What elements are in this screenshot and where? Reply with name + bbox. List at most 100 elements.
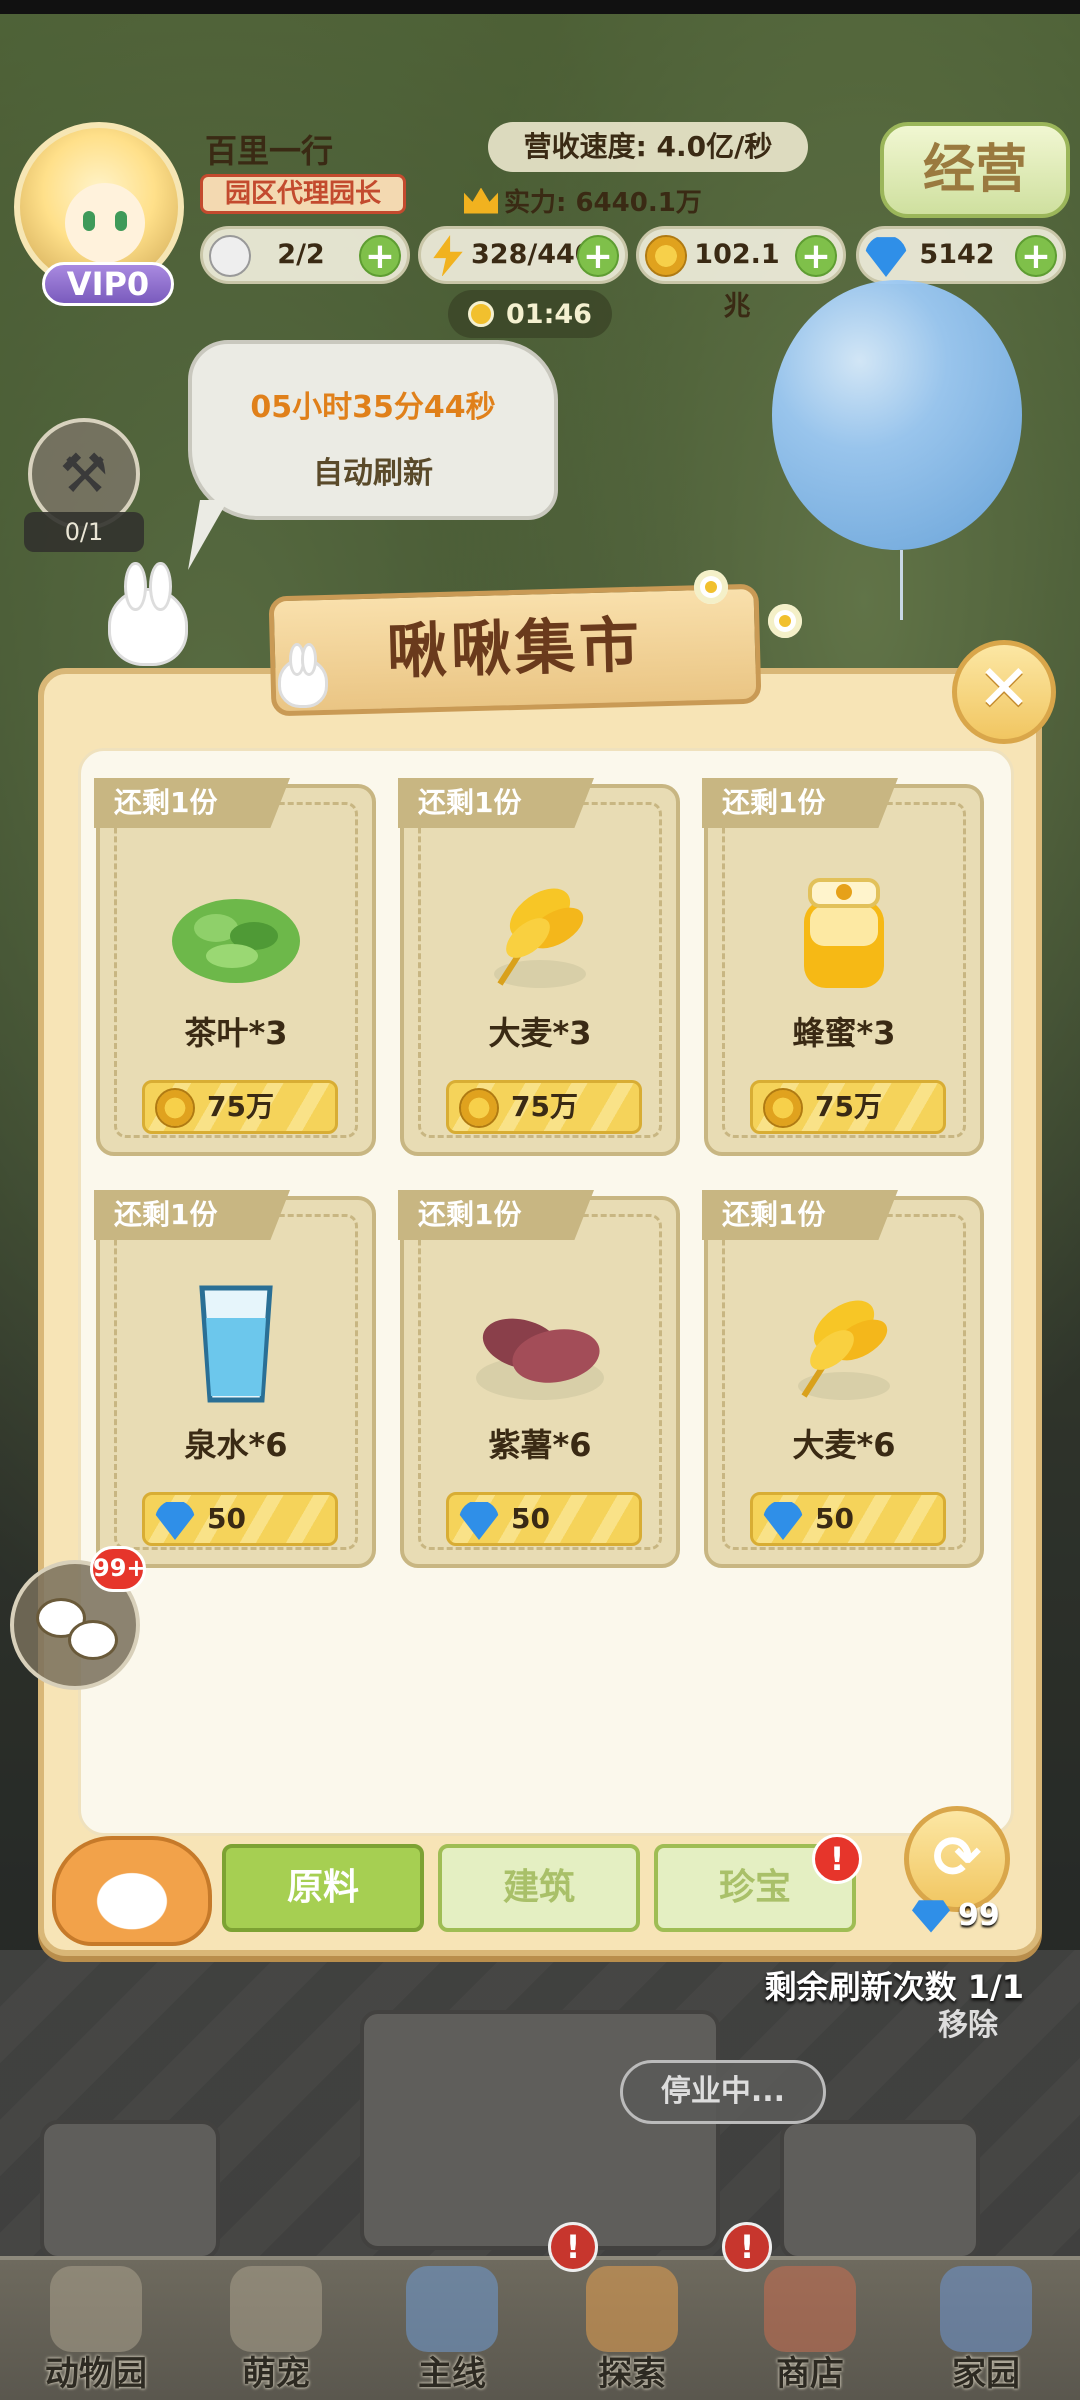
gem-icon	[763, 1502, 803, 1540]
resource-value: 328/440	[471, 239, 594, 270]
buy-button[interactable]: 50	[446, 1492, 642, 1546]
add-pets-button[interactable]: +	[359, 235, 401, 277]
resource-value: 5142	[919, 239, 995, 270]
gem-icon	[155, 1502, 195, 1540]
vip-badge[interactable]: VIP0	[42, 262, 174, 306]
balloon-string	[900, 550, 903, 620]
remove-label[interactable]: 移除	[938, 2000, 998, 2044]
item-price: 75万	[207, 1090, 274, 1123]
closed-sign: 停业中...	[620, 2060, 826, 2124]
close-button[interactable]: ✕	[952, 640, 1056, 744]
resource-pets: 2/2 +	[200, 226, 410, 284]
nav-main-quest[interactable]: 主线	[362, 2260, 542, 2400]
buy-button[interactable]: 75万	[446, 1080, 642, 1134]
item-name: 大麦*3	[488, 1014, 592, 1052]
stock-tag: 还剩1份	[94, 1190, 290, 1240]
coin-icon	[645, 235, 687, 277]
market-item-card[interactable]: 还剩1份 泉水*6 50	[94, 1190, 376, 1568]
coin-icon	[763, 1088, 803, 1128]
market-item-card[interactable]: 还剩1份 大麦*6 50	[702, 1190, 984, 1568]
buy-button[interactable]: 50	[142, 1492, 338, 1546]
market-item-card[interactable]: 还剩1份 蜂蜜*3 75万	[702, 778, 984, 1156]
tab-materials[interactable]: 原料	[222, 1844, 424, 1932]
item-name: 紫薯*6	[488, 1426, 592, 1464]
revenue-speed: 营收速度: 4.0亿/秒	[488, 122, 808, 172]
market-title-board: 啾啾集市	[268, 583, 762, 717]
power-value: 实力: 6440.1万	[504, 188, 702, 218]
tool-count: 0/1	[24, 512, 144, 552]
item-name: 大麦*6	[792, 1426, 896, 1464]
item-price: 75万	[815, 1090, 882, 1123]
buy-button[interactable]: 75万	[750, 1080, 946, 1134]
quest-book-icon	[406, 2266, 498, 2352]
refresh-countdown: 05小时35分44秒	[250, 390, 496, 425]
gem-icon	[865, 237, 907, 277]
player-name: 百里一行	[205, 132, 334, 170]
resource-coins: 102.1兆 +	[636, 226, 846, 322]
refresh-button[interactable]: ⟳	[904, 1806, 1010, 1912]
gem-icon	[459, 1502, 499, 1540]
item-price: 50	[815, 1502, 854, 1535]
balloon[interactable]	[772, 280, 1022, 550]
explore-alert-badge: !	[548, 2222, 598, 2272]
barley-icon	[798, 1300, 890, 1400]
flower-icon	[768, 604, 802, 638]
item-name: 蜂蜜*3	[792, 1014, 896, 1052]
refresh-label: 自动刷新	[313, 456, 433, 491]
buy-button[interactable]: 75万	[142, 1080, 338, 1134]
stock-tag: 还剩1份	[702, 1190, 898, 1240]
lightning-icon	[433, 235, 463, 277]
buy-button[interactable]: 50	[750, 1492, 946, 1546]
gem-icon	[912, 1900, 950, 1933]
tab-buildings[interactable]: 建筑	[438, 1844, 640, 1932]
barley-icon	[494, 888, 586, 988]
event-timer[interactable]: 01:46	[448, 290, 612, 338]
zoo-icon	[50, 2266, 142, 2352]
refresh-cost-value: 99	[958, 1898, 1000, 1933]
nav-explore[interactable]: 探索	[542, 2260, 722, 2400]
nav-home[interactable]: 家园	[896, 2260, 1076, 2400]
market-item-card[interactable]: 还剩1份 茶叶*3 75万	[94, 778, 376, 1156]
status-bar	[0, 0, 1080, 14]
coin-icon	[155, 1088, 195, 1128]
nav-shop[interactable]: 商店	[720, 2260, 900, 2400]
nav-label: 萌宠	[242, 2354, 310, 2394]
item-price: 50	[511, 1502, 550, 1535]
stock-tag: 还剩1份	[702, 778, 898, 828]
add-energy-button[interactable]: +	[577, 235, 619, 277]
nav-label: 探索	[598, 2354, 666, 2394]
add-coins-button[interactable]: +	[795, 235, 837, 277]
cat-icon	[209, 235, 251, 277]
sweet-potato-icon	[476, 1318, 604, 1400]
shop-alert-badge: !	[722, 2222, 772, 2272]
crown-icon	[464, 187, 498, 214]
chat-bubble-icon	[68, 1620, 118, 1660]
refresh-countdown-bubble: 05小时35分44秒 自动刷新	[188, 340, 558, 520]
avatar-eye	[115, 211, 127, 231]
item-price: 75万	[511, 1090, 578, 1123]
nav-label: 家园	[952, 2354, 1020, 2394]
flower-icon	[694, 570, 728, 604]
resource-energy: 328/440 +	[418, 226, 628, 284]
resource-gems: 5142 +	[856, 226, 1066, 284]
coin-icon	[459, 1088, 499, 1128]
item-price: 50	[207, 1502, 246, 1535]
market-item-card[interactable]: 还剩1份 大麦*3 75万	[398, 778, 680, 1156]
nav-zoo[interactable]: 动物园	[6, 2260, 186, 2400]
item-name: 茶叶*3	[184, 1014, 288, 1052]
manage-button[interactable]: 经营	[880, 122, 1070, 218]
nav-pets[interactable]: 萌宠	[186, 2260, 366, 2400]
add-gems-button[interactable]: +	[1015, 235, 1057, 277]
refresh-cost: 99	[912, 1898, 1000, 1933]
market-item-card[interactable]: 还剩1份 紫薯*6 50	[398, 1190, 680, 1568]
cat-mascot	[52, 1836, 212, 1946]
market-title: 啾啾集市	[386, 610, 644, 688]
nav-label: 商店	[776, 2354, 844, 2394]
avatar-face	[65, 183, 145, 263]
shop-icon	[764, 2266, 856, 2352]
explore-icon	[586, 2266, 678, 2352]
bunny-icon	[278, 643, 328, 708]
chat-unread-badge: 99+	[90, 1546, 147, 1592]
clock-icon	[468, 301, 495, 327]
player-title: 园区代理园长	[200, 174, 407, 214]
